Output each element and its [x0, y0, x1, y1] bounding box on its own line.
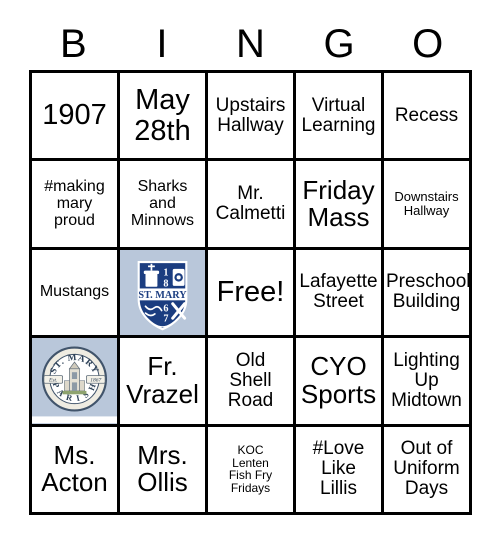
bingo-cell-text: Mrs. Ollis [137, 439, 188, 498]
bingo-cell-text: CYO Sports [300, 351, 377, 409]
svg-text:6: 6 [163, 303, 168, 314]
bingo-cell[interactable]: May 28th [120, 73, 208, 162]
bingo-cell-text: Ms. Acton [41, 439, 108, 498]
bingo-cell-logo-seal[interactable]: ST. MARY P A R I S H [32, 338, 120, 427]
bingo-header-letter-i: I [156, 22, 168, 66]
svg-text:8: 8 [163, 279, 168, 290]
bingo-cell[interactable]: Mr. Calmetti [208, 161, 296, 250]
bingo-cell-text: Mustangs [39, 283, 110, 301]
bingo-header-letter-o: O [412, 22, 444, 66]
bingo-cell[interactable]: Lighting Up Midtown [384, 338, 472, 427]
bingo-cell-text: Upstairs Hallway [215, 94, 286, 136]
bingo-cell[interactable]: #Love Like Lillis [296, 426, 384, 515]
bingo-card: B I N G O 1907 May 28th Upstairs Hallway… [0, 0, 501, 544]
bingo-cell-text: Friday Mass [302, 174, 375, 233]
svg-text:1: 1 [163, 267, 168, 278]
bingo-header: B I N G O [29, 18, 472, 70]
bingo-header-letter-n: N [236, 22, 265, 66]
bingo-cell-text: Free! [216, 276, 285, 309]
bingo-cell-text: May 28th [134, 83, 191, 147]
bingo-cell[interactable]: #making mary proud [32, 161, 120, 250]
bingo-header-letter-g: G [323, 22, 355, 66]
bingo-header-letter-b: B [59, 22, 87, 66]
bingo-grid: 1907 May 28th Upstairs Hallway Virtual L… [29, 70, 472, 515]
svg-text:7: 7 [163, 313, 168, 324]
bingo-cell-logo-shield[interactable]: ST. MARY 1 8 6 7 [120, 249, 208, 339]
bingo-cell-text: #making mary proud [44, 177, 105, 229]
svg-text:Est.: Est. [48, 378, 57, 384]
bingo-cell[interactable]: Mrs. Ollis [120, 426, 208, 515]
bingo-cell-text: Lighting Up Midtown [391, 349, 462, 411]
bingo-cell[interactable]: Mustangs [32, 249, 120, 339]
bingo-cell-text: KOC Lenten Fish Fry Fridays [228, 442, 273, 496]
bingo-cell[interactable]: Friday Mass [296, 161, 384, 250]
bingo-cell[interactable]: Lafayette Street [296, 249, 384, 339]
bingo-cell-text: Old Shell Road [227, 349, 274, 411]
st-mary-parish-seal-icon: ST. MARY P A R I S H [32, 338, 117, 424]
bingo-cell-text: Preschool Building [386, 271, 471, 313]
bingo-cell[interactable]: Sharks and Minnows [120, 161, 208, 250]
bingo-cell[interactable]: Old Shell Road [208, 338, 296, 427]
bingo-cell-text: Recess [394, 104, 459, 126]
st-mary-shield-crest-icon: ST. MARY 1 8 6 7 [120, 249, 205, 335]
bingo-cell[interactable]: Recess [384, 73, 472, 162]
bingo-cell[interactable]: Preschool Building [384, 249, 472, 339]
bingo-cell-text: Fr. Vrazel [126, 351, 199, 409]
bingo-cell-free-space[interactable]: Free! [208, 249, 296, 339]
bingo-cell[interactable]: Ms. Acton [32, 426, 120, 515]
svg-text:ST. MARY: ST. MARY [138, 290, 187, 301]
bingo-cell[interactable]: Out of Uniform Days [384, 426, 472, 515]
bingo-cell[interactable]: KOC Lenten Fish Fry Fridays [208, 426, 296, 515]
bingo-cell-text: Out of Uniform Days [393, 438, 460, 500]
bingo-cell[interactable]: 1907 [32, 73, 120, 162]
bingo-cell-text: Virtual Learning [301, 94, 376, 136]
bingo-cell[interactable]: Downstairs Hallway [384, 161, 472, 250]
bingo-cell-text: Downstairs Hallway [394, 189, 459, 219]
bingo-cell-text: 1907 [42, 99, 107, 132]
bingo-cell-text: Sharks and Minnows [130, 177, 195, 229]
bingo-cell[interactable]: Upstairs Hallway [208, 73, 296, 162]
bingo-cell-text: #Love Like Lillis [312, 438, 365, 500]
bingo-cell-text: Lafayette Street [299, 271, 378, 313]
bingo-cell[interactable]: Virtual Learning [296, 73, 384, 162]
bingo-cell[interactable]: CYO Sports [296, 338, 384, 427]
svg-text:1867: 1867 [90, 378, 101, 384]
bingo-cell-text: Mr. Calmetti [215, 182, 286, 225]
bingo-cell[interactable]: Fr. Vrazel [120, 338, 208, 427]
